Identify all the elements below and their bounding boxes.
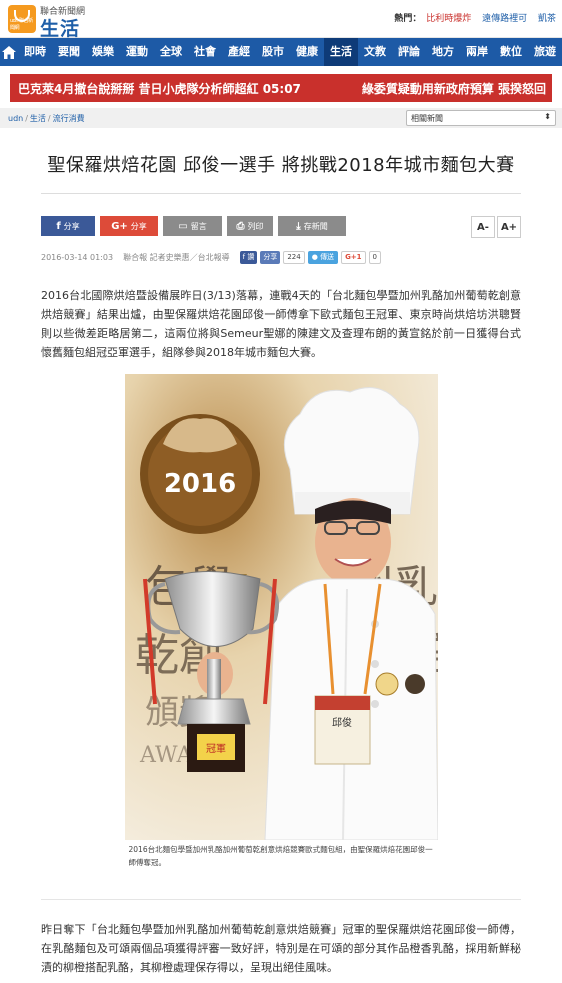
- article: 聖保羅烘焙花園 邱俊一選手 將挑戰2018年城市麵包大賽 f 分享 G+ 分享 …: [41, 153, 521, 977]
- nav-item[interactable]: 地方: [426, 38, 460, 66]
- nav-item[interactable]: 娛樂: [86, 38, 120, 66]
- nav-item[interactable]: 評論: [392, 38, 426, 66]
- button-label: 列印: [247, 221, 264, 231]
- home-icon: [2, 45, 16, 59]
- ticker-headline[interactable]: 綠委質疑動用新政府預算 張揆怒回: [362, 80, 546, 97]
- nav-item[interactable]: 產經: [222, 38, 256, 66]
- header-link[interactable]: 遠傳路裡可: [482, 14, 527, 24]
- article-photo[interactable]: 2016 包學 暨 州乳 乾創 烘焙 頒獎 AWARD: [124, 374, 438, 840]
- print-button[interactable]: ⎙ 列印: [227, 216, 273, 236]
- article-title: 聖保羅烘焙花園 邱俊一選手 將挑戰2018年城市麵包大賽: [47, 155, 515, 176]
- header-link[interactable]: 凱茶: [538, 14, 556, 24]
- select-value: 相關新聞: [411, 114, 443, 123]
- button-label: 存新聞: [303, 221, 328, 231]
- plus-one-count: 0: [368, 250, 382, 264]
- article-area: 聖保羅烘焙花園 邱俊一選手 將挑戰2018年城市麵包大賽 f 分享 G+ 分享 …: [0, 145, 562, 977]
- like-label: 讚: [247, 253, 255, 261]
- divider: [41, 899, 521, 900]
- main-nav: 即時 要聞 娛樂 運動 全球 社會 產經 股市 健康 生活 文教 評論 地方 兩…: [0, 38, 562, 66]
- font-size-controls: A- A+: [469, 216, 521, 238]
- button-label: 留言: [190, 221, 207, 231]
- google-plus-icon: G+: [111, 220, 128, 232]
- comment-button[interactable]: ▭ 留言: [163, 216, 222, 236]
- select-arrow-icon: ⬍: [544, 112, 551, 121]
- comment-icon: ▭: [178, 220, 188, 232]
- article-meta: 2016-03-14 01:03 聯合報 記者史樂惠／台北報導 f 讚 分享 2…: [41, 250, 521, 264]
- home-button[interactable]: [0, 38, 18, 66]
- breadcrumb-link[interactable]: 流行消費: [53, 114, 85, 123]
- tweet-button[interactable]: ● 傳送: [307, 250, 339, 264]
- nav-item[interactable]: 股市: [256, 38, 290, 66]
- article-paragraph: 2016台北國際烘焙暨設備展昨日(3/13)落幕，連戰4天的「台北麵包學暨加州乳…: [41, 289, 521, 359]
- font-increase-button[interactable]: A+: [497, 216, 521, 238]
- button-label: 分享: [130, 221, 147, 231]
- section-brand[interactable]: 生活: [40, 14, 80, 41]
- nav-item[interactable]: 即時: [18, 38, 52, 66]
- google-plus-one-button[interactable]: G+1: [341, 250, 366, 264]
- article-figure: 2016 包學 暨 州乳 乾創 烘焙 頒獎 AWARD: [124, 374, 438, 869]
- share-toolbar: f 分享 G+ 分享 ▭ 留言 ⎙ 列印 ⤓ 存新聞 A- A+: [41, 216, 521, 238]
- hot-label: 熱門：: [394, 14, 422, 24]
- divider: [41, 193, 521, 194]
- hot-link[interactable]: 比利時爆炸: [426, 14, 471, 24]
- google-plus-share-button[interactable]: G+ 分享: [100, 216, 158, 236]
- nav-item[interactable]: 全球: [154, 38, 188, 66]
- facebook-like-button[interactable]: f 讚: [239, 250, 258, 264]
- hot-links: 熱門： 比利時爆炸 遠傳路裡可 凱茶: [394, 11, 556, 24]
- tweet-label: 傳送: [320, 253, 335, 261]
- article-paragraph: 昨日奪下「台北麵包學暨加州乳酪加州葡萄乾創意烘焙競賽」冠軍的聖保羅烘焙花園邱俊一…: [41, 923, 521, 974]
- udn-logo[interactable]: udn 聯合新聞網: [8, 5, 36, 33]
- printer-icon: ⎙: [236, 220, 245, 232]
- breadcrumb-separator: /: [47, 114, 51, 123]
- facebook-share-mini-button[interactable]: 分享: [260, 250, 281, 264]
- trophy-label: 冠軍: [206, 743, 226, 755]
- save-news-button[interactable]: ⤓ 存新聞: [278, 216, 346, 236]
- sign-year: 2016: [163, 469, 235, 499]
- nav-item[interactable]: 兩岸: [460, 38, 494, 66]
- related-news-select[interactable]: 相關新聞 ⬍: [406, 110, 556, 126]
- nav-item[interactable]: 運動: [120, 38, 154, 66]
- nav-item-active[interactable]: 生活: [324, 38, 358, 66]
- facebook-share-button[interactable]: f 分享: [41, 216, 95, 236]
- logo-tag: udn 聯合新聞網: [10, 18, 33, 31]
- facebook-icon: f: [56, 220, 61, 232]
- news-ticker: 巴克萊4月撤台說掰掰 昔日小虎隊分析師超紅 05:07 綠委質疑動用新政府預算 …: [10, 74, 552, 102]
- font-decrease-button[interactable]: A-: [471, 216, 495, 238]
- breadcrumb: udn / 生活 / 流行消費: [8, 113, 85, 124]
- photo-caption: 2016台北麵包學暨加州乳酪加州葡萄乾創意烘焙競賽歐式麵包組，由聖保羅烘焙花園邱…: [128, 845, 433, 867]
- save-icon: ⤓: [296, 220, 301, 232]
- twitter-icon: ●: [311, 253, 321, 261]
- breadcrumb-link[interactable]: udn: [8, 114, 23, 123]
- nav-item[interactable]: 文教: [358, 38, 392, 66]
- ticker-headline[interactable]: 巴克萊4月撤台說掰掰 昔日小虎隊分析師超紅 05:07: [18, 80, 301, 97]
- nav-item[interactable]: 數位: [494, 38, 528, 66]
- name-badge: 邱俊: [332, 716, 352, 729]
- breadcrumb-link[interactable]: 生活: [30, 114, 46, 123]
- nav-item[interactable]: 要聞: [52, 38, 86, 66]
- chef-trophy-illustration: 2016 包學 暨 州乳 乾創 烘焙 頒獎 AWARD: [124, 374, 438, 840]
- breadcrumb-bar: udn / 生活 / 流行消費 相關新聞 ⬍: [0, 108, 562, 128]
- breadcrumb-separator: /: [25, 114, 28, 123]
- share-count: 224: [283, 250, 305, 264]
- publish-date: 2016-03-14 01:03: [41, 252, 114, 262]
- button-label: 分享: [63, 221, 80, 231]
- nav-item[interactable]: 健康: [290, 38, 324, 66]
- site-header: udn 聯合新聞網 聯合新聞網 生活 熱門： 比利時爆炸 遠傳路裡可 凱茶: [0, 0, 562, 41]
- nav-item[interactable]: 社會: [188, 38, 222, 66]
- byline: 聯合報 記者史樂惠／台北報導: [123, 252, 230, 262]
- nav-item[interactable]: 旅遊: [528, 38, 562, 66]
